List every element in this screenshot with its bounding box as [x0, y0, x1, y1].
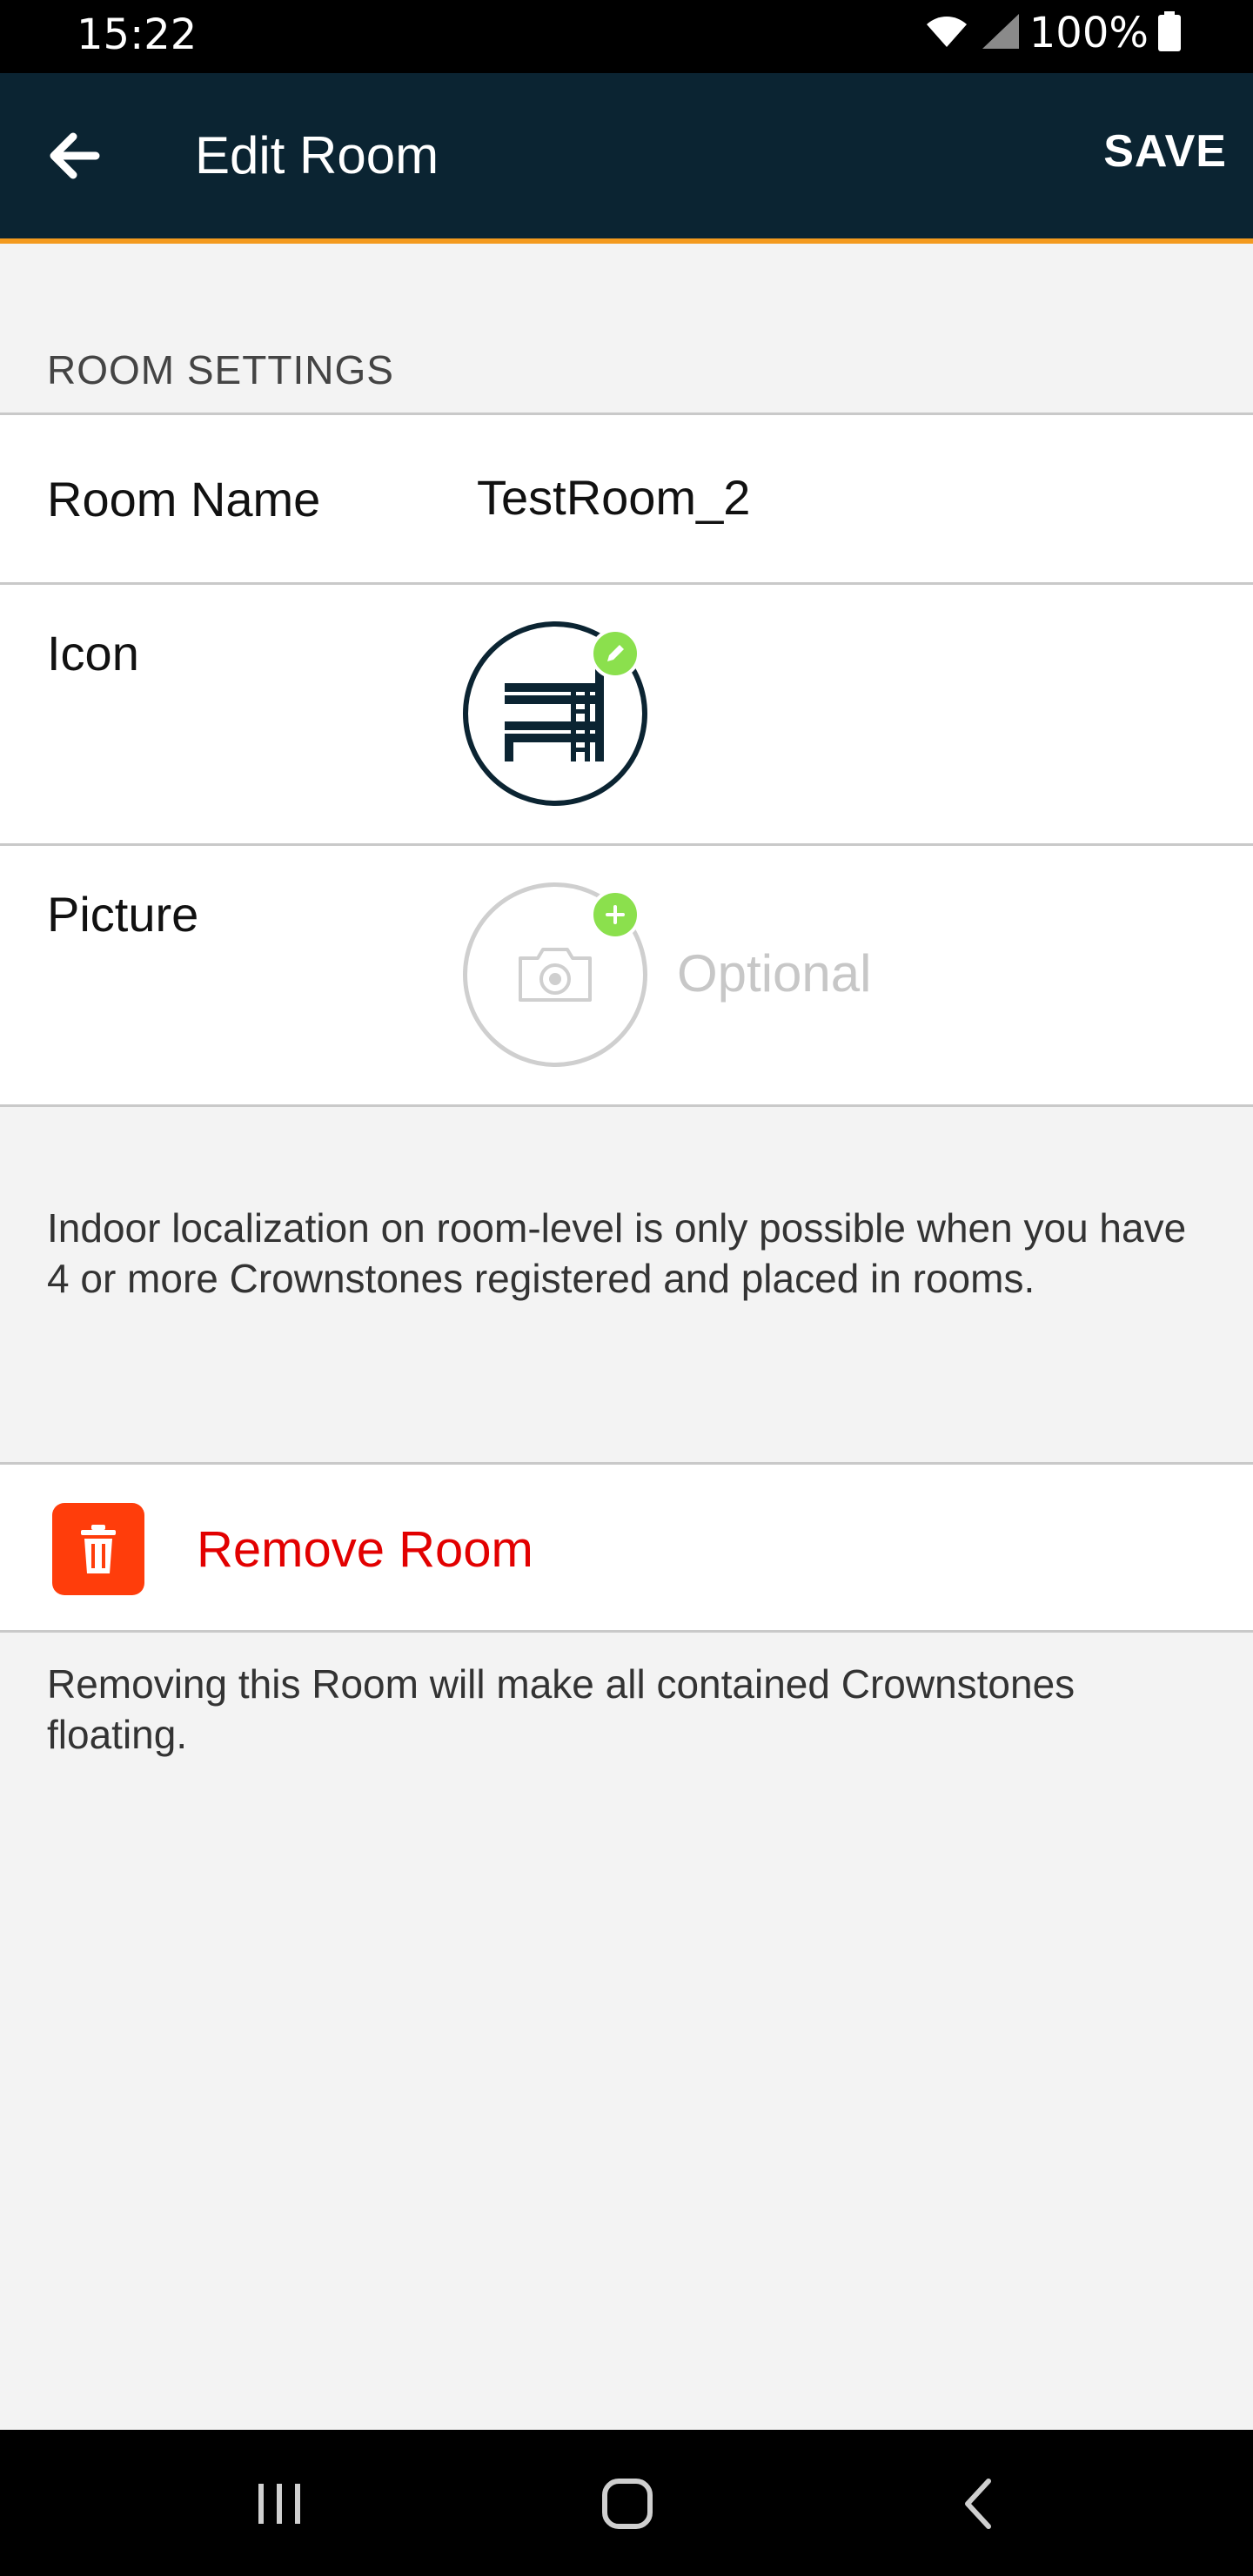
- bunk-bed-icon: [505, 666, 604, 761]
- trash-icon: [81, 1525, 116, 1573]
- plus-icon: [606, 905, 625, 924]
- remove-room-button[interactable]: Remove Room: [0, 1462, 1253, 1633]
- battery-percent: 100%: [1029, 9, 1149, 57]
- picture-placeholder: Optional: [677, 944, 872, 1003]
- camera-icon: [519, 948, 592, 1002]
- app-bar: Edit Room SAVE: [0, 73, 1253, 244]
- icon-label: Icon: [47, 626, 139, 681]
- edit-icon-badge[interactable]: [590, 628, 640, 679]
- home-icon: [602, 2479, 653, 2529]
- status-time: 15:22: [77, 10, 198, 59]
- recent-apps-button[interactable]: [240, 2465, 318, 2543]
- remove-room-label: Remove Room: [197, 1521, 533, 1578]
- signal-icon: [979, 12, 1021, 55]
- system-nav-bar: [0, 2430, 1253, 2576]
- trash-icon-box: [52, 1503, 144, 1595]
- localization-info-text: Indoor localization on room-level is onl…: [47, 1205, 1187, 1301]
- picture-label: Picture: [47, 887, 199, 942]
- recent-apps-icon: [258, 2484, 300, 2524]
- battery-icon: [1157, 10, 1182, 56]
- add-picture-badge[interactable]: [590, 889, 640, 940]
- save-button[interactable]: SAVE: [1103, 125, 1227, 178]
- room-name-label: Room Name: [47, 472, 321, 527]
- wifi-icon: [923, 12, 970, 55]
- room-name-row[interactable]: Room Name TestRoom_2: [0, 415, 1253, 582]
- back-button[interactable]: [35, 117, 113, 195]
- picture-row[interactable]: Picture Optional: [0, 843, 1253, 1104]
- room-name-input[interactable]: TestRoom_2: [477, 469, 750, 526]
- nav-back-button[interactable]: [940, 2465, 1018, 2543]
- status-icons: 100%: [923, 9, 1182, 57]
- section-header: ROOM SETTINGS: [47, 347, 394, 392]
- arrow-left-icon: [50, 132, 100, 179]
- page-title: Edit Room: [195, 126, 439, 184]
- pencil-icon: [607, 645, 624, 661]
- icon-row[interactable]: Icon: [0, 582, 1253, 843]
- remove-room-note: Removing this Room will make all contain…: [47, 1661, 1075, 1757]
- back-icon: [965, 2479, 991, 2529]
- home-button[interactable]: [588, 2465, 667, 2543]
- status-bar: 15:22 100%: [0, 0, 1253, 73]
- room-settings-card: Room Name TestRoom_2 Icon Picture Option…: [0, 413, 1253, 1107]
